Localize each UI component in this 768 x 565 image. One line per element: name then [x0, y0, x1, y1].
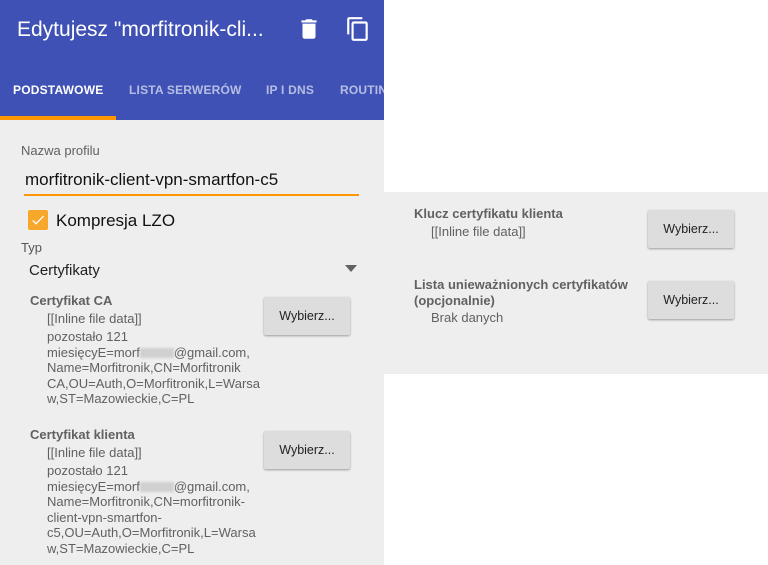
compression-checkbox[interactable] — [28, 210, 48, 230]
client-cert-title: Certyfikat klienta — [30, 427, 135, 442]
crl-value: Brak danych — [431, 310, 504, 325]
app-bar: Edytujesz "morfitronik-cli... PODSTAWOWE… — [0, 0, 384, 120]
check-icon — [32, 215, 44, 225]
ca-cert-title: Certyfikat CA — [30, 293, 113, 308]
tab-bar: PODSTAWOWE LISTA SERWERÓW IP I DNS ROUTI… — [0, 68, 384, 120]
redacted-email — [139, 347, 174, 358]
client-key-file: [[Inline file data]] — [431, 224, 526, 239]
tab-indicator — [0, 116, 116, 120]
ca-cert-details: pozostało 121 miesięcyE=morf @gmail.com, … — [47, 329, 262, 407]
client-cert-details-start: pozostało 121 miesięcyE=morf — [47, 463, 140, 494]
trash-icon[interactable] — [296, 16, 322, 42]
redacted-email — [139, 481, 174, 492]
client-cert-details: pozostało 121 miesięcyE=morf @gmail.com, … — [47, 463, 262, 556]
crl-choose-button[interactable]: Wybierz... — [648, 281, 734, 319]
page-title: Edytujesz "morfitronik-cli... — [17, 18, 264, 41]
ca-cert-details-start: pozostało 121 miesięcyE=morf — [47, 329, 140, 360]
tab-ip-dns[interactable]: IP I DNS — [266, 68, 314, 116]
right-screen: Klucz certyfikatu klienta [[Inline file … — [384, 192, 768, 374]
profile-name-input[interactable] — [24, 167, 359, 196]
client-cert-file: [[Inline file data]] — [47, 445, 142, 460]
compression-label: Kompresja LZO — [56, 211, 176, 230]
ca-cert-file: [[Inline file data]] — [47, 311, 142, 326]
type-label: Typ — [21, 240, 42, 255]
tab-lista-serwerow[interactable]: LISTA SERWERÓW — [129, 68, 242, 116]
dropdown-arrow-icon — [345, 265, 357, 272]
profile-name-label: Nazwa profilu — [21, 143, 100, 158]
copy-icon[interactable] — [345, 16, 371, 42]
left-screen: Edytujesz "morfitronik-cli... PODSTAWOWE… — [0, 0, 384, 565]
client-key-title: Klucz certyfikatu klienta — [414, 206, 563, 221]
type-value: Certyfikaty — [29, 262, 100, 279]
tab-routing[interactable]: ROUTIN — [340, 68, 384, 116]
crl-title: Lista unieważnionych certyfikatów (opcjo… — [414, 277, 628, 308]
client-cert-choose-button[interactable]: Wybierz... — [264, 431, 350, 469]
type-dropdown[interactable]: Certyfikaty — [21, 256, 361, 282]
ca-cert-choose-button[interactable]: Wybierz... — [264, 297, 350, 335]
client-key-choose-button[interactable]: Wybierz... — [648, 210, 734, 248]
tab-podstawowe[interactable]: PODSTAWOWE — [13, 68, 103, 116]
